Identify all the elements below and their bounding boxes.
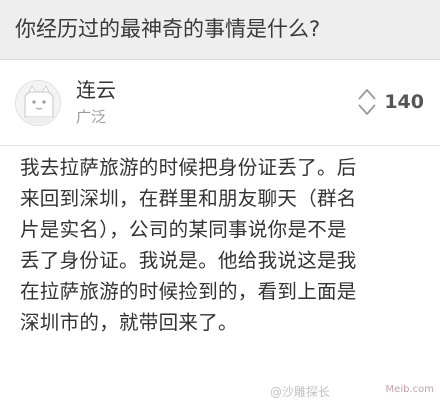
answer-line: 丢了身份证。我说是。他给我说这是我 — [20, 249, 357, 272]
answer-card: 连云 广泛 140 我去拉萨旅游的时候把身份证丢了。后 来回到深圳，在群里和朋友… — [0, 60, 440, 405]
author-location: 广泛 — [76, 108, 107, 126]
vote-up-down-icon[interactable] — [357, 87, 377, 117]
vote-count: 140 — [384, 91, 424, 113]
answer-line: 片是实名），公司的某同事说你是不是 — [20, 218, 347, 241]
answer-line: 我去拉萨旅游的时候把身份证丢了。后 — [20, 156, 357, 179]
default-avatar-icon — [16, 81, 60, 125]
author-avatar[interactable] — [15, 80, 61, 126]
answer-line: 来回到深圳，在群里和朋友聊天（群名 — [20, 187, 357, 210]
divider — [0, 145, 440, 146]
answer-body: 我去拉萨旅游的时候把身份证丢了。后 来回到深圳，在群里和朋友聊天（群名 片是实名… — [20, 152, 425, 338]
watermark: @沙雕探长 — [270, 385, 331, 399]
corner-watermark: Meib.com — [385, 384, 434, 395]
answer-line: 在拉萨旅游的时候捡到的，看到上面是 — [20, 280, 357, 303]
question-title[interactable]: 你经历过的最神奇的事情是什么? — [15, 15, 320, 43]
author-name[interactable]: 连云 — [76, 77, 116, 103]
question-bar: 你经历过的最神奇的事情是什么? — [0, 0, 440, 60]
answer-line: 深圳市的，就带回来了。 — [20, 311, 238, 334]
vote-control[interactable]: 140 — [357, 86, 424, 118]
